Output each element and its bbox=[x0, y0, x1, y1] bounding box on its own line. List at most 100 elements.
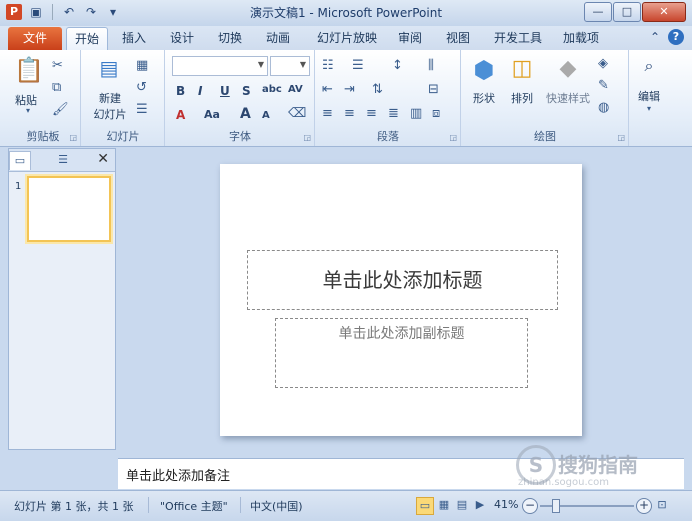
grow-font-button[interactable]: A bbox=[240, 106, 251, 122]
tab-home[interactable]: 开始 bbox=[66, 27, 108, 51]
font-name-dropdown-icon[interactable]: ▼ bbox=[258, 60, 264, 69]
text-direction-icon[interactable]: ⇅ bbox=[372, 82, 383, 97]
section-icon[interactable]: ☰ bbox=[136, 102, 148, 117]
ribbon-tabs: 文件 开始 插入 设计 切换 动画 幻灯片放映 审阅 视图 开发工具 加载项 ⌃… bbox=[0, 26, 692, 51]
shape-effects-icon[interactable]: ◍ bbox=[598, 100, 609, 115]
shapes-icon[interactable]: ⬢ bbox=[468, 56, 500, 84]
decrease-indent-icon[interactable]: ⇤ bbox=[322, 82, 333, 97]
new-slide-label[interactable]: 新建 bbox=[86, 90, 134, 106]
paragraph-launcher-icon[interactable]: ◲ bbox=[449, 133, 457, 142]
font-size-combo[interactable]: ▼ bbox=[270, 56, 310, 76]
clipboard-launcher-icon[interactable]: ◲ bbox=[69, 133, 77, 142]
editing-button[interactable]: 编辑 bbox=[630, 88, 668, 104]
notes-placeholder[interactable]: 单击此处添加备注 bbox=[126, 465, 230, 484]
align-right-icon[interactable]: ≡ bbox=[366, 106, 377, 121]
tab-design[interactable]: 设计 bbox=[162, 27, 202, 50]
tab-slideshow[interactable]: 幻灯片放映 bbox=[310, 27, 384, 50]
tab-developer[interactable]: 开发工具 bbox=[488, 27, 548, 50]
binoculars-icon[interactable]: ⌕ bbox=[634, 56, 664, 76]
minimize-button[interactable]: — bbox=[584, 2, 612, 22]
font-launcher-icon[interactable]: ◲ bbox=[303, 133, 311, 142]
window-controls: — □ ✕ bbox=[584, 2, 686, 22]
tab-addins[interactable]: 加载项 bbox=[556, 27, 606, 50]
layout-icon[interactable]: ▦ bbox=[136, 58, 148, 73]
slide-thumbnail[interactable] bbox=[27, 176, 111, 242]
align-left-icon[interactable]: ≡ bbox=[322, 106, 333, 121]
change-case-button[interactable]: Aa bbox=[204, 108, 220, 121]
cut-icon[interactable]: ✂ bbox=[52, 58, 63, 73]
subtitle-placeholder[interactable]: 单击此处添加副标题 bbox=[275, 318, 528, 388]
slide-count-status: 幻灯片 第 1 张，共 1 张 bbox=[14, 500, 134, 513]
slide-sorter-icon[interactable]: ▦ bbox=[436, 497, 452, 513]
shadow-button[interactable]: abc bbox=[262, 84, 282, 95]
strikethrough-button[interactable]: S bbox=[242, 84, 251, 98]
help-icon[interactable]: ? bbox=[668, 29, 684, 45]
zoom-slider-thumb[interactable] bbox=[552, 499, 560, 513]
format-painter-icon[interactable]: 🖌 bbox=[52, 102, 69, 117]
arrange-icon[interactable]: ◫ bbox=[506, 56, 538, 81]
quick-styles-button[interactable]: 快速样式 bbox=[538, 90, 598, 106]
shape-outline-icon[interactable]: ✎ bbox=[598, 78, 609, 93]
columns-icon[interactable]: ⫼ bbox=[428, 58, 434, 73]
line-spacing-icon[interactable]: ↕ bbox=[392, 58, 403, 73]
maximize-button[interactable]: □ bbox=[613, 2, 641, 22]
paste-icon[interactable]: 📋 bbox=[14, 56, 44, 86]
zoom-out-icon[interactable]: − bbox=[522, 498, 538, 514]
slide-canvas[interactable]: 单击此处添加标题 单击此处添加副标题 bbox=[220, 164, 582, 436]
reading-view-icon[interactable]: ▤ bbox=[454, 497, 470, 513]
tab-insert[interactable]: 插入 bbox=[114, 27, 154, 50]
notes-pane[interactable]: 单击此处添加备注 S 搜狗指南 zhinan.sogou.com bbox=[118, 445, 684, 489]
font-group: ▼ ▼ B I U S abc AV A Aa A A ⌫ 字体 ◲ bbox=[166, 50, 315, 146]
tab-animations[interactable]: 动画 bbox=[258, 27, 298, 50]
paste-dropdown-icon[interactable]: ▾ bbox=[10, 106, 46, 115]
new-slide-button[interactable]: 幻灯片 bbox=[86, 106, 134, 122]
fit-to-window-icon[interactable]: ⊡ bbox=[654, 497, 670, 513]
tab-file[interactable]: 文件 bbox=[8, 27, 62, 50]
tab-view[interactable]: 视图 bbox=[438, 27, 478, 50]
slides-tab-icon[interactable]: ▭ bbox=[9, 151, 31, 170]
shrink-font-button[interactable]: A bbox=[262, 110, 270, 121]
tab-review[interactable]: 审阅 bbox=[390, 27, 430, 50]
clear-format-icon[interactable]: ⌫ bbox=[288, 106, 306, 121]
outline-tab-icon[interactable]: ☰ bbox=[53, 151, 73, 169]
numbering-icon[interactable]: ☰ bbox=[352, 58, 364, 73]
underline-button[interactable]: U bbox=[220, 84, 230, 98]
shapes-button[interactable]: 形状 bbox=[464, 90, 504, 106]
align-text-icon[interactable]: ⊟ bbox=[428, 82, 439, 97]
slideshow-view-icon[interactable]: ▶ bbox=[472, 497, 488, 513]
smartart-icon[interactable]: ⧈ bbox=[432, 106, 440, 121]
quick-styles-icon[interactable]: ◆ bbox=[552, 56, 584, 81]
bold-button[interactable]: B bbox=[176, 84, 185, 98]
slides-group: ▤ 新建 幻灯片 ▦ ↺ ☰ 幻灯片 bbox=[82, 50, 165, 146]
zoom-level[interactable]: 41% bbox=[494, 498, 518, 511]
new-slide-icon[interactable]: ▤ bbox=[94, 56, 124, 84]
distributed-icon[interactable]: ▥ bbox=[410, 106, 422, 121]
align-center-icon[interactable]: ≡ bbox=[344, 106, 355, 121]
language-status[interactable]: 中文(中国) bbox=[250, 498, 303, 514]
editing-group: ⌕ 编辑 ▾ bbox=[630, 50, 670, 146]
char-spacing-button[interactable]: AV bbox=[288, 84, 303, 95]
tab-transitions[interactable]: 切换 bbox=[210, 27, 250, 50]
copy-icon[interactable]: ⧉ bbox=[52, 80, 61, 95]
justify-icon[interactable]: ≣ bbox=[388, 106, 399, 121]
reset-icon[interactable]: ↺ bbox=[136, 80, 147, 95]
font-color-button[interactable]: A bbox=[176, 108, 185, 122]
slide-editor: 单击此处添加标题 单击此处添加副标题 bbox=[118, 148, 684, 456]
drawing-launcher-icon[interactable]: ◲ bbox=[617, 133, 625, 142]
slides-pane-tabs: ▭ ☰ ✕ bbox=[9, 149, 115, 172]
theme-status[interactable]: "Office 主题" bbox=[160, 498, 228, 514]
normal-view-icon[interactable]: ▭ bbox=[416, 497, 434, 515]
arrange-button[interactable]: 排列 bbox=[502, 90, 542, 106]
close-button[interactable]: ✕ bbox=[642, 2, 686, 22]
zoom-in-icon[interactable]: + bbox=[636, 498, 652, 514]
italic-button[interactable]: I bbox=[198, 84, 202, 98]
bullets-icon[interactable]: ☷ bbox=[322, 58, 334, 73]
close-pane-icon[interactable]: ✕ bbox=[97, 151, 109, 167]
font-name-combo[interactable]: ▼ bbox=[172, 56, 268, 76]
collapse-ribbon-icon[interactable]: ⌃ bbox=[650, 30, 660, 44]
font-size-dropdown-icon[interactable]: ▼ bbox=[300, 60, 306, 69]
shape-fill-icon[interactable]: ◈ bbox=[598, 56, 608, 71]
editing-dropdown-icon[interactable]: ▾ bbox=[634, 104, 664, 113]
title-placeholder[interactable]: 单击此处添加标题 bbox=[247, 250, 558, 310]
increase-indent-icon[interactable]: ⇥ bbox=[344, 82, 355, 97]
